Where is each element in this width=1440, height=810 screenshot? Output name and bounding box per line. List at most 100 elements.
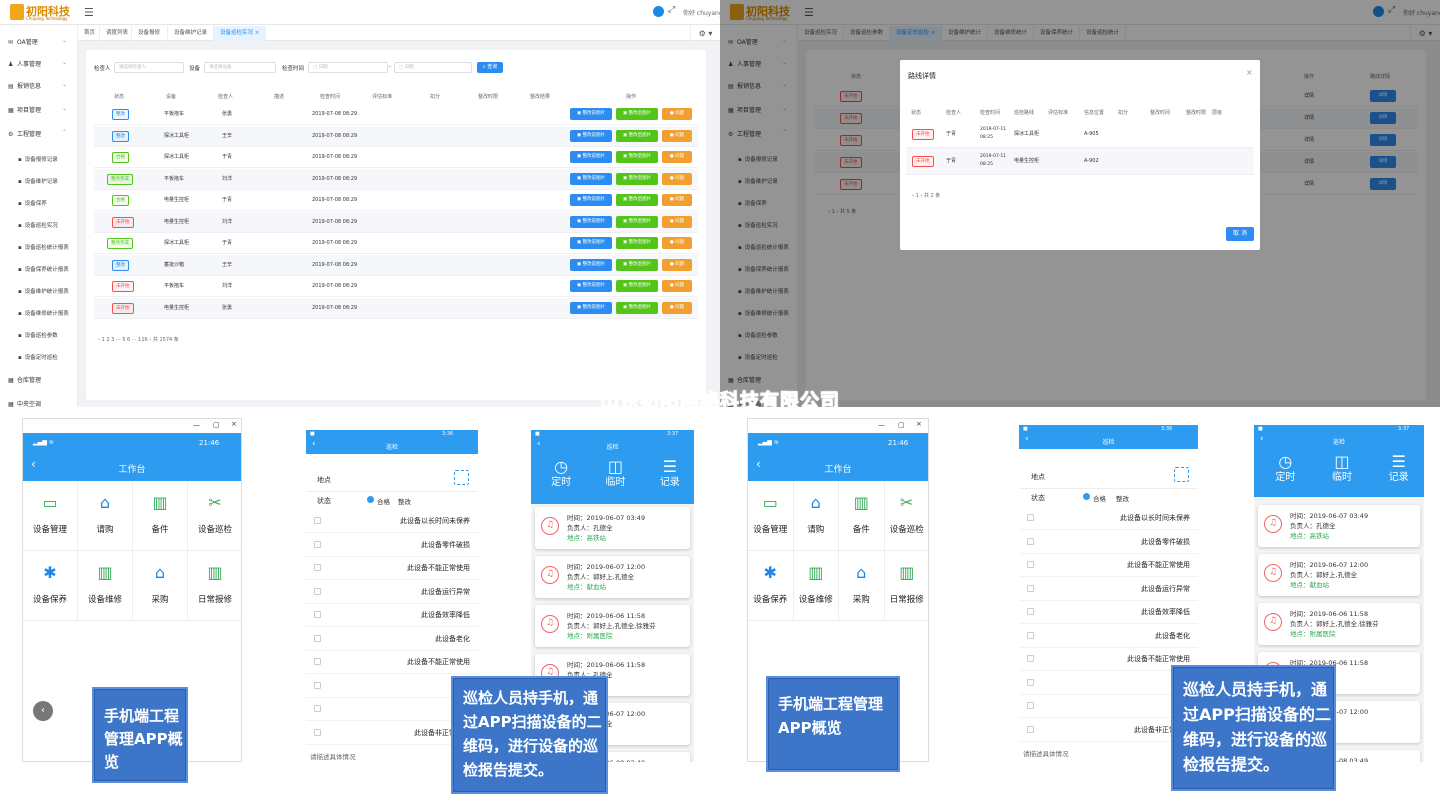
checkbox[interactable] (314, 681, 321, 689)
avatar[interactable] (653, 6, 664, 17)
record-card[interactable]: ♫ 时间：2019-06-07 03:49 负责人：孔德全 地点：高铁站 (1258, 505, 1420, 547)
checkbox[interactable] (314, 705, 321, 712)
question-button[interactable]: ● 问题 (662, 280, 692, 292)
checkbox[interactable] (314, 634, 321, 642)
checkbox[interactable] (1027, 702, 1034, 709)
close-icon[interactable]: × (1246, 68, 1253, 77)
grid-item-7[interactable]: ⌂ 采购 (133, 551, 188, 621)
question-button[interactable]: ● 问题 (662, 108, 692, 120)
view-before-button[interactable]: ▣ 整改前图片 (570, 215, 612, 228)
sidebar-item[interactable]: ▦ 中央空调 (8, 399, 41, 407)
view-before-button[interactable]: ▣ 整改前图片 (570, 258, 612, 271)
checkbox[interactable] (314, 587, 321, 595)
close-icon[interactable]: × (916, 420, 922, 428)
sidebar-sub-item[interactable]: ▪ 设备维修统计报表 (18, 309, 69, 317)
description-input[interactable]: 请描述具体情况 (310, 751, 356, 761)
view-after-button[interactable]: ▣ 整改后图片 (616, 151, 658, 163)
query-button[interactable]: ⌕ 查询 (477, 62, 503, 73)
checklist-item[interactable]: 此设备零件破损 (306, 534, 478, 557)
checklist-item[interactable]: 此设备不能正常使用 (306, 651, 478, 674)
checkbox[interactable] (1027, 537, 1034, 545)
view-after-button[interactable]: ▣ 整改后图片 (616, 194, 658, 206)
grid-item-8[interactable]: ▥ 日常报修 (884, 551, 928, 621)
checkbox[interactable] (1027, 561, 1034, 568)
tab-settings-icon[interactable]: ⚙ ▾ (690, 26, 720, 41)
checklist-item[interactable]: 此设备效率降低 (306, 604, 478, 627)
checklist-item[interactable]: 此设备不能正常使用 (1019, 554, 1198, 577)
grid-item-6[interactable]: ▥ 设备维修 (793, 551, 839, 621)
view-before-button[interactable]: ▣ 整改前图片 (570, 237, 612, 249)
view-after-button[interactable]: ▣ 整改后图片 (616, 258, 658, 271)
minimize-icon[interactable]: — (193, 421, 200, 429)
tab-item[interactable]: 设备维护记录 (168, 26, 214, 41)
grid-item-1[interactable]: ▭ 设备管理 (23, 481, 78, 551)
fullscreen-icon[interactable]: ⤢ (668, 5, 675, 15)
sidebar-sub-item[interactable]: ▪ 设备维护记录 (18, 177, 58, 185)
checkbox[interactable] (1027, 608, 1034, 615)
view-after-button[interactable]: ▣ 整改后图片 (616, 215, 658, 228)
grid-item-7[interactable]: ⌂ 采购 (839, 551, 885, 621)
checkbox[interactable] (1027, 655, 1034, 662)
tab-item[interactable]: 调度列表 (100, 26, 132, 41)
checkbox[interactable] (314, 517, 321, 524)
question-button[interactable]: ● 问题 (662, 258, 692, 271)
start-date-input[interactable]: ▢ 日期 (308, 62, 388, 73)
record-tab[interactable]: ◷ 定时 (537, 458, 585, 498)
view-after-button[interactable]: ▣ 整改后图片 (616, 237, 658, 249)
record-card[interactable]: ♫ 时间：2019-06-07 03:49 负责人：孔德全 地点：高铁站 (535, 507, 690, 549)
sidebar-sub-item[interactable]: ▪ 设备报修记录 (18, 155, 58, 163)
sidebar-sub-item[interactable]: ▪ 设备保养 (18, 199, 47, 207)
user-greeting[interactable]: 你好 chuyang (683, 8, 720, 17)
grid-item-5[interactable]: ✱ 设备保养 (23, 551, 78, 621)
checklist-item[interactable]: 此设备运行异常 (306, 581, 478, 604)
radio-ok-icon[interactable] (1083, 493, 1090, 500)
question-button[interactable]: ● 问题 (662, 129, 692, 142)
checkbox[interactable] (314, 564, 321, 571)
sidebar-item[interactable]: ✉ OA管理 (8, 37, 38, 46)
record-card[interactable]: ♫ 时间：2019-06-07 12:00 负责人：郭好上,孔德全 地点：献血站 (1258, 554, 1420, 596)
grid-item-3[interactable]: ▥ 备件 (839, 481, 885, 551)
record-tab[interactable]: ☰ 记录 (1373, 453, 1424, 493)
sidebar-item[interactable]: ▦ 仓库管理 (8, 375, 41, 384)
fix-label[interactable]: 整改 (1116, 493, 1129, 503)
tab-item[interactable]: 设备巡检实况 × (214, 26, 266, 41)
record-tab[interactable]: ◫ 临时 (1317, 453, 1368, 493)
record-tab[interactable]: ☰ 记录 (646, 458, 694, 498)
checkbox[interactable] (1027, 725, 1034, 733)
radio-ok-icon[interactable] (367, 496, 374, 503)
cancel-button[interactable]: 取 消 (1226, 227, 1254, 241)
sidebar-item[interactable]: ▤ 报销信息 (8, 81, 41, 90)
grid-item-1[interactable]: ▭ 设备管理 (748, 481, 794, 551)
sidebar-item[interactable]: ♟ 人事管理 (8, 59, 41, 68)
checkbox[interactable] (1027, 678, 1034, 686)
view-after-button[interactable]: ▣ 整改后图片 (616, 172, 658, 185)
checklist-item[interactable]: 此设备效率降低 (1019, 601, 1198, 624)
question-button[interactable]: ● 问题 (662, 215, 692, 228)
record-card[interactable]: ♫ 时间：2019-06-06 11:58 负责人：郭好上,孔德全,徐雅芬 地点：附属… (535, 605, 690, 647)
sidebar-item[interactable]: ⚙ 工程管理 (8, 129, 41, 138)
checkbox[interactable] (314, 540, 321, 548)
question-button[interactable]: ● 问题 (662, 237, 692, 249)
view-after-button[interactable]: ▣ 整改后图片 (616, 301, 658, 314)
view-after-button[interactable]: ▣ 整改后图片 (616, 108, 658, 120)
grid-item-3[interactable]: ▥ 备件 (133, 481, 188, 551)
grid-item-8[interactable]: ▥ 日常报修 (188, 551, 241, 621)
record-card[interactable]: ♫ 时间：2019-06-06 11:58 负责人：郭好上,孔德全,徐雅芬 地点：附属… (1258, 603, 1420, 645)
close-icon[interactable]: × (231, 420, 237, 428)
minimize-icon[interactable]: — (878, 421, 885, 429)
tab-item[interactable]: 设备报修 (132, 26, 168, 41)
inspector-select[interactable]: 请选择检查人 (114, 62, 184, 73)
question-button[interactable]: ● 问题 (662, 194, 692, 206)
record-card[interactable]: ♫ 时间：2019-06-07 12:00 负责人：郭好上,孔德全 地点：献血站 (535, 556, 690, 598)
sidebar-sub-item[interactable]: ▪ 设备巡检统计报表 (18, 243, 69, 251)
question-button[interactable]: ● 问题 (662, 151, 692, 163)
view-before-button[interactable]: ▣ 整改前图片 (570, 301, 612, 314)
checkbox[interactable] (1027, 631, 1034, 639)
sidebar-sub-item[interactable]: ▪ 设备巡检实况 (18, 221, 58, 229)
sidebar-sub-item[interactable]: ▪ 设备定时巡检 (18, 353, 58, 361)
checklist-item[interactable]: 此设备老化 (1019, 625, 1198, 648)
modal-pagination[interactable]: ‹ 1 › 共 2 条 (912, 192, 940, 199)
qr-scan-icon[interactable] (1174, 467, 1189, 482)
grid-item-2[interactable]: ⌂ 请购 (793, 481, 839, 551)
grid-item-6[interactable]: ▥ 设备维修 (78, 551, 133, 621)
